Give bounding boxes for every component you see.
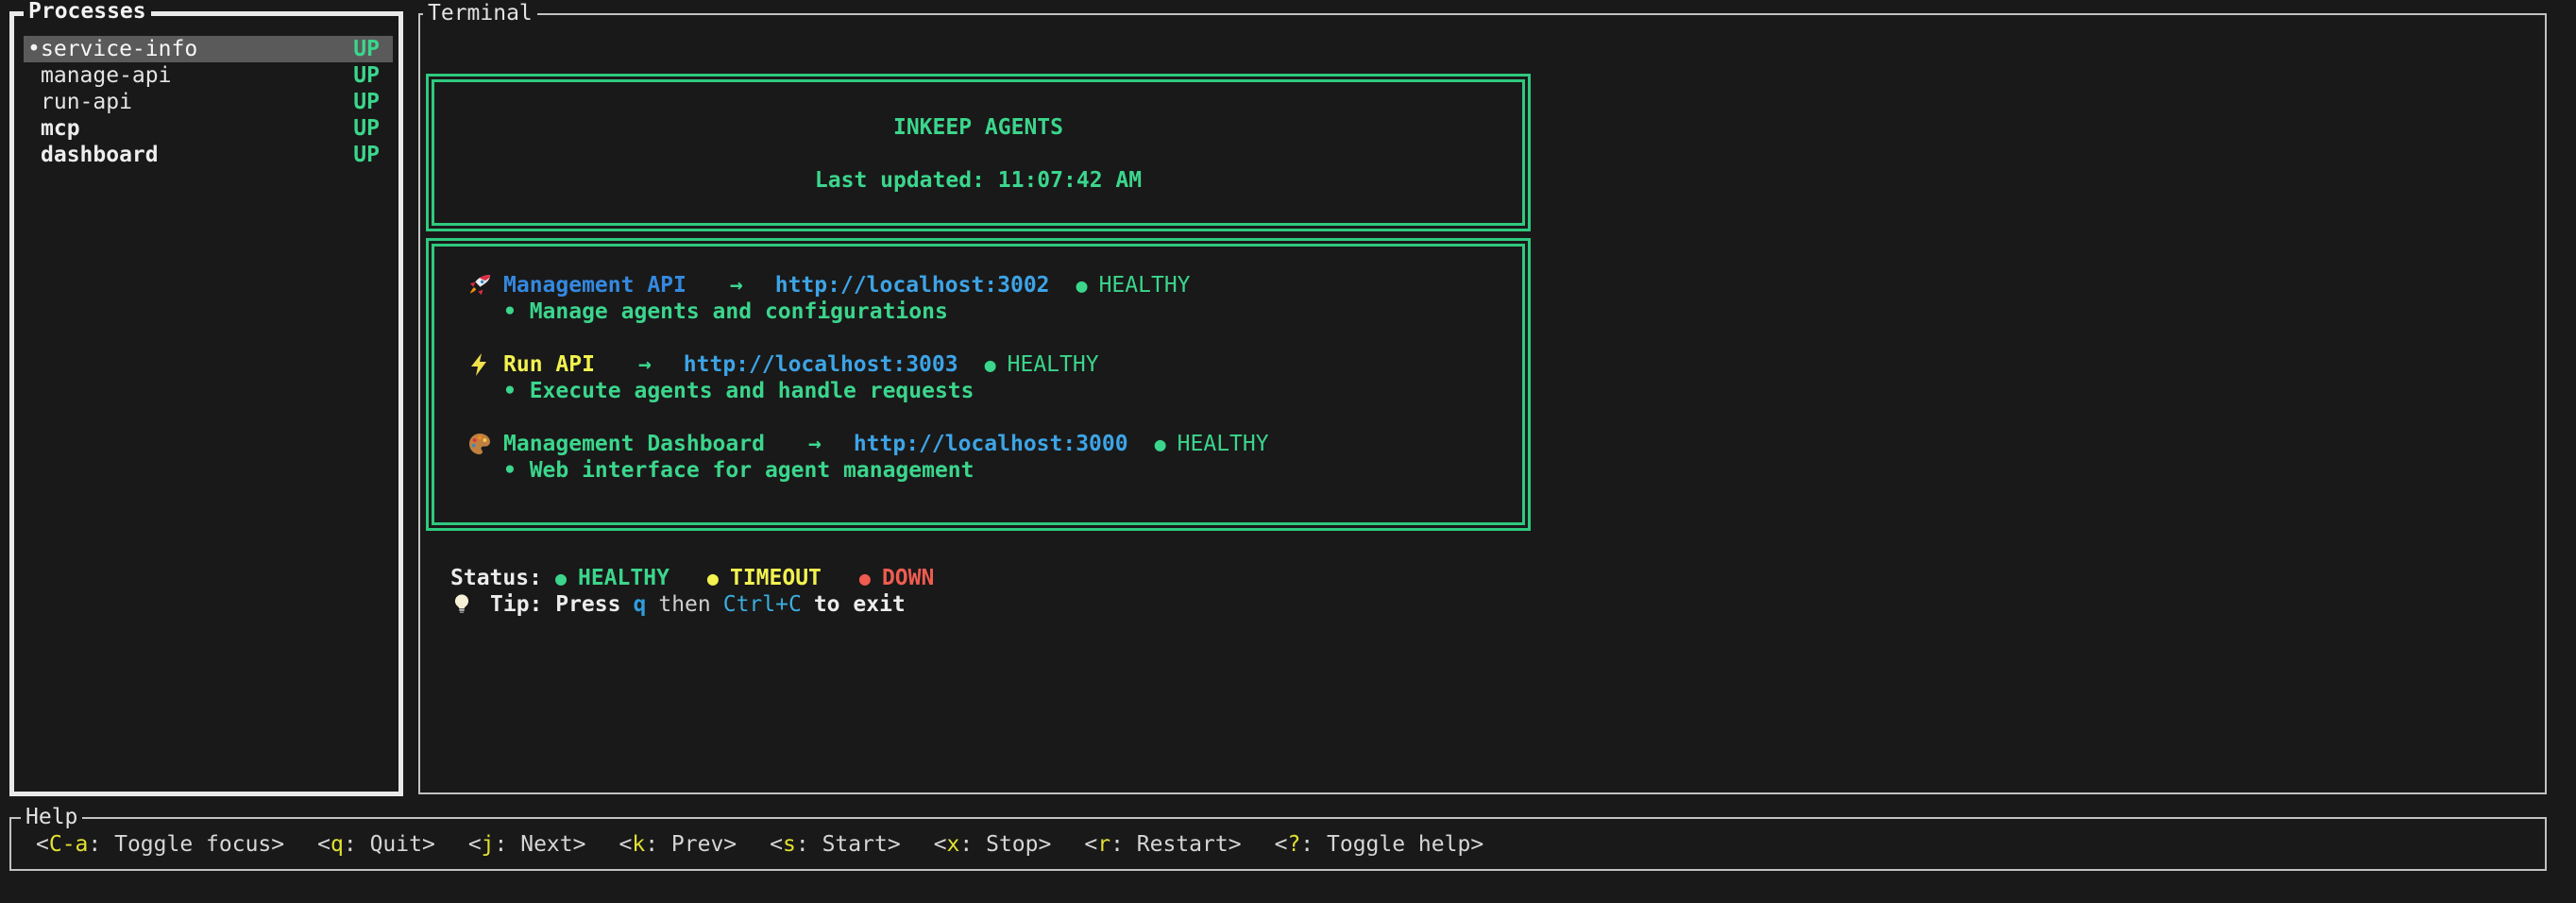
palette-icon: [467, 431, 496, 457]
process-status-badge: UP: [353, 142, 380, 168]
terminal-panel-title: Terminal: [423, 1, 537, 26]
process-row-service-info[interactable]: • service-info UP: [24, 36, 393, 62]
process-status-badge: UP: [353, 89, 380, 115]
service-description: • Manage agents and configurations: [467, 298, 1522, 325]
shortcut-prev: <k: Prev>: [619, 831, 737, 858]
arrow-icon: →: [730, 272, 743, 298]
last-updated: Last updated: 11:07:42 AM: [434, 167, 1522, 194]
arrow-icon: →: [638, 351, 652, 378]
service-health-status: HEALTHY: [1008, 351, 1099, 378]
tip-line: Tip: Press q then Ctrl+C to exit: [450, 591, 918, 618]
shortcut-quit: <q: Quit>: [317, 831, 435, 858]
service-health-status: HEALTHY: [1178, 431, 1269, 457]
shortcut-start: <s: Start>: [770, 831, 901, 858]
health-dot-icon: ●: [1076, 272, 1088, 298]
timeout-dot-icon: ●: [707, 565, 719, 591]
service-name: Run API: [503, 351, 595, 378]
lightbulb-icon: [450, 591, 475, 618]
process-status-badge: UP: [353, 36, 380, 62]
banner-title: INKEEP AGENTS: [434, 114, 1522, 141]
shortcut-toggle-focus: <C-a: Toggle focus>: [36, 831, 284, 858]
services-box: Management API → http://localhost:3002 ●…: [426, 238, 1531, 531]
process-row-dashboard[interactable]: dashboard UP: [24, 142, 393, 168]
terminal-panel: Terminal INKEEP AGENTS Last updated: 11:…: [418, 13, 2547, 794]
tip-middle: then: [658, 591, 710, 618]
processes-panel: Processes • service-info UP manage-api U…: [9, 11, 403, 796]
healthy-dot-icon: ●: [555, 565, 567, 591]
service-url[interactable]: http://localhost:3000: [854, 431, 1128, 457]
service-url[interactable]: http://localhost:3003: [684, 351, 958, 378]
healthy-label: HEALTHY: [578, 565, 669, 591]
tip-prefix: Tip: Press: [490, 591, 620, 618]
status-legend-label: Status:: [450, 565, 542, 591]
process-name: manage-api: [41, 62, 171, 89]
rocket-icon: [467, 272, 496, 298]
tip-key-combo: Ctrl+C: [723, 591, 802, 618]
service-url[interactable]: http://localhost:3002: [775, 272, 1050, 298]
help-shortcuts: <C-a: Toggle focus> <q: Quit> <j: Next> …: [11, 819, 2545, 869]
arrow-icon: →: [808, 431, 822, 457]
service-name: Management API: [503, 272, 686, 298]
status-legend: Status: ● HEALTHY ● TIMEOUT ● DOWN: [450, 565, 972, 591]
timeout-label: TIMEOUT: [730, 565, 822, 591]
tip-key-q: q: [633, 591, 646, 618]
terminal-screen: Processes • service-info UP manage-api U…: [0, 0, 2576, 903]
process-row-mcp[interactable]: mcp UP: [24, 115, 393, 142]
shortcut-restart: <r: Restart>: [1084, 831, 1241, 858]
service-row-management-dashboard: Management Dashboard → http://localhost:…: [467, 431, 1522, 457]
process-status-badge: UP: [353, 115, 380, 142]
tip-suffix: to exit: [814, 591, 906, 618]
process-row-manage-api[interactable]: manage-api UP: [24, 62, 393, 89]
service-row-management-api: Management API → http://localhost:3002 ●…: [467, 272, 1522, 298]
service-row-run-api: Run API → http://localhost:3003 ● HEALTH…: [467, 351, 1522, 378]
help-panel-title: Help: [21, 805, 82, 829]
service-name: Management Dashboard: [503, 431, 765, 457]
processes-panel-title: Processes: [24, 0, 151, 24]
down-label: DOWN: [882, 565, 934, 591]
process-row-run-api[interactable]: run-api UP: [24, 89, 393, 115]
process-name: run-api: [41, 89, 132, 115]
help-panel: Help <C-a: Toggle focus> <q: Quit> <j: N…: [9, 817, 2547, 871]
banner-box: INKEEP AGENTS Last updated: 11:07:42 AM: [426, 74, 1531, 231]
process-name: service-info: [41, 36, 197, 62]
health-dot-icon: ●: [1155, 431, 1166, 457]
process-name: dashboard: [41, 142, 159, 168]
shortcut-stop: <x: Stop>: [934, 831, 1052, 858]
process-name: mcp: [41, 115, 80, 142]
process-status-badge: UP: [353, 62, 380, 89]
shortcut-next: <j: Next>: [468, 831, 586, 858]
down-dot-icon: ●: [859, 565, 871, 591]
selected-marker: •: [27, 36, 41, 62]
service-description: • Execute agents and handle requests: [467, 378, 1522, 404]
service-description: • Web interface for agent management: [467, 457, 1522, 484]
lightning-icon: [467, 351, 496, 378]
process-list: • service-info UP manage-api UP run-api …: [14, 16, 398, 168]
shortcut-toggle-help: <?: Toggle help>: [1275, 831, 1484, 858]
service-health-status: HEALTHY: [1099, 272, 1191, 298]
health-dot-icon: ●: [985, 351, 996, 378]
